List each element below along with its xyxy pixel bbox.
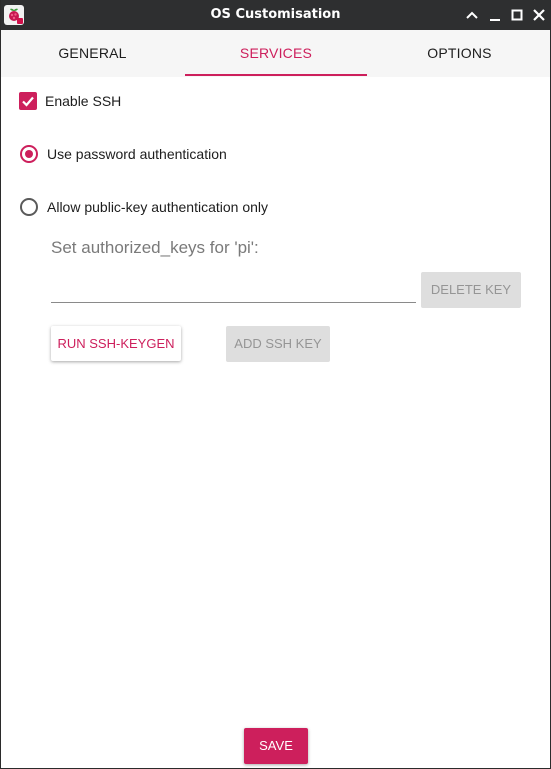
pubkey-auth-label[interactable]: Allow public-key authentication only bbox=[47, 199, 268, 215]
authorized-keys-label: Set authorized_keys for 'pi': bbox=[51, 238, 259, 257]
checkmark-icon bbox=[22, 96, 34, 107]
add-ssh-key-button[interactable]: ADD SSH KEY bbox=[226, 326, 330, 362]
enable-ssh-label[interactable]: Enable SSH bbox=[45, 93, 121, 109]
minimize-icon[interactable] bbox=[485, 5, 505, 25]
enable-ssh-checkbox[interactable] bbox=[19, 92, 37, 110]
pubkey-auth-radio[interactable] bbox=[20, 198, 38, 216]
radio-selected-dot bbox=[25, 150, 33, 158]
tab-options[interactable]: OPTIONS bbox=[368, 30, 551, 77]
tab-services[interactable]: SERVICES bbox=[185, 30, 367, 77]
tab-bar: GENERAL SERVICES OPTIONS bbox=[1, 30, 550, 77]
os-customisation-window: OS Customisation GENERAL SERVICES OPTION… bbox=[0, 0, 551, 769]
delete-key-button[interactable]: DELETE KEY bbox=[421, 272, 521, 308]
password-auth-radio[interactable] bbox=[20, 145, 38, 163]
password-auth-label[interactable]: Use password authentication bbox=[47, 146, 227, 162]
authorized-key-input[interactable] bbox=[51, 274, 416, 303]
active-tab-indicator bbox=[185, 74, 367, 76]
chevron-up-icon[interactable] bbox=[462, 5, 482, 25]
run-ssh-keygen-button[interactable]: RUN SSH-KEYGEN bbox=[51, 326, 181, 361]
close-icon[interactable] bbox=[529, 5, 549, 25]
title-bar[interactable]: OS Customisation bbox=[1, 0, 550, 30]
maximize-icon[interactable] bbox=[507, 5, 527, 25]
tab-general[interactable]: GENERAL bbox=[1, 30, 184, 77]
save-button[interactable]: SAVE bbox=[244, 728, 308, 764]
